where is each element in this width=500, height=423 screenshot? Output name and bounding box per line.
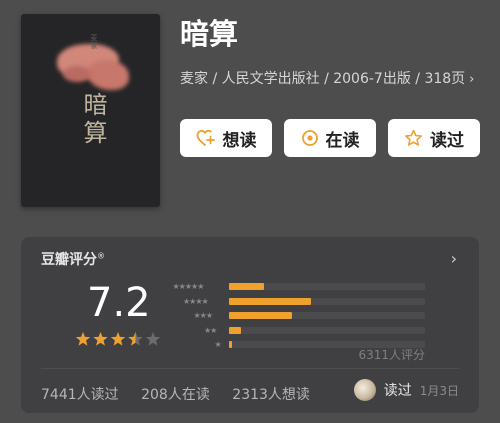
rating-distribution: ★★★★★ ★★★★ ★★★ ★★ ★	[171, 281, 441, 354]
reading-button[interactable]: 在读	[284, 119, 376, 157]
rating-count: 6311人评分	[358, 348, 425, 362]
chevron-right-icon[interactable]: ›	[451, 249, 457, 268]
rating-row-stars-label: ★★★★	[183, 296, 209, 306]
trademark-mark: ®	[97, 251, 105, 261]
reading-count: 208人在读	[141, 387, 210, 403]
book-meta-text: 麦家 / 人民文学出版社 / 2006-7出版 / 318页	[180, 71, 466, 87]
rating-row-5-star: ★★★★★	[171, 281, 441, 292]
divider	[41, 368, 459, 369]
star-icon-filled	[110, 332, 126, 346]
have-read-label: 读过	[430, 130, 464, 151]
rating-section-title: 豆瓣评分®	[41, 249, 105, 269]
book-detail-page: 麦家 暗算 暗算 麦家 / 人民文学出版社 / 2006-7出版 / 318页 ›…	[0, 0, 500, 423]
rating-bar-fill	[229, 312, 292, 319]
cover-title-text: 暗算	[79, 92, 107, 148]
rating-bar-fill	[229, 326, 241, 334]
chevron-right-icon: ›	[469, 72, 475, 87]
rating-row-stars-label: ★★★★★	[172, 282, 205, 291]
target-circle-icon	[301, 130, 318, 146]
rating-score: 7.2	[87, 280, 151, 326]
rating-row-stars-label: ★★★	[193, 311, 213, 320]
rating-bar-fill	[229, 297, 312, 305]
cover-author-text: 麦家	[90, 34, 98, 50]
rating-bar-fill	[229, 283, 265, 290]
rating-card[interactable]: 豆瓣评分® › 7.2 ★★★★★ ★★★★ ★★★ ★★ ★ 6311人评分 7441…	[21, 237, 479, 413]
rating-row-4-star: ★★★★	[171, 296, 441, 307]
cover-art-blob	[63, 66, 91, 82]
want-to-read-label: 想读	[222, 130, 257, 151]
star-icon-filled	[93, 332, 108, 346]
book-cover[interactable]: 麦家 暗算	[21, 14, 160, 207]
my-reading-status[interactable]: 读过 1月3日	[353, 379, 459, 401]
want-to-read-button[interactable]: 想读	[180, 119, 272, 157]
rating-row-stars-label: ★★	[204, 325, 217, 335]
rating-bar-track	[229, 326, 425, 334]
rating-bar-fill	[229, 341, 232, 348]
read-count: 7441人读过	[41, 387, 119, 403]
reader-stats: 7441人读过 208人在读 2313人想读	[41, 384, 328, 404]
my-status-label: 读过	[383, 383, 412, 399]
want-count: 2313人想读	[232, 387, 310, 403]
reading-label: 在读	[325, 130, 360, 151]
heart-plus-icon	[196, 129, 215, 146]
rating-stars	[75, 332, 161, 346]
avatar	[353, 379, 376, 401]
star-outline-icon	[405, 129, 422, 146]
rating-row-stars-label: ★	[214, 340, 222, 349]
have-read-button[interactable]: 读过	[388, 119, 480, 157]
book-title: 暗算	[180, 17, 239, 51]
cover-art-blob	[87, 60, 129, 90]
star-icon-filled	[75, 332, 91, 346]
rating-row-2-star: ★★	[171, 325, 441, 336]
rating-row-3-star: ★★★	[171, 310, 441, 321]
my-status-date: 1月3日	[419, 383, 459, 398]
book-meta[interactable]: 麦家 / 人民文学出版社 / 2006-7出版 / 318页 ›	[180, 68, 480, 91]
rating-section-title-text: 豆瓣评分	[41, 252, 97, 268]
star-icon-empty	[145, 332, 161, 346]
